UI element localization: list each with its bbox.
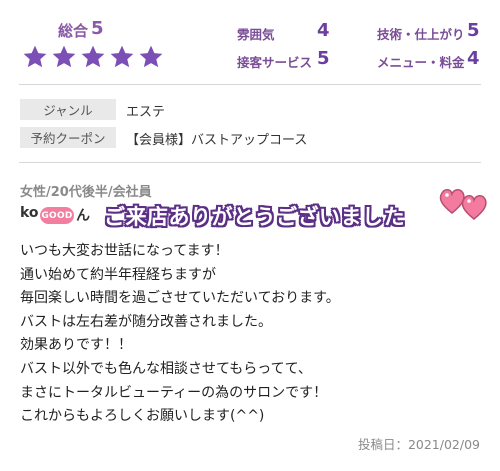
rating-technique-label: 技術・仕上がり (377, 27, 465, 42)
review-line: 効果ありです！！ (20, 337, 132, 354)
rating-menu-price-value: 4 (467, 48, 480, 69)
review-line: 通い始めて約半年程経ちますが (20, 266, 216, 283)
rating-stars (22, 44, 164, 70)
review-line: 毎回楽しい時間を過ごさせていただいております。 (20, 290, 340, 307)
review-line: バスト以外でも色んな相談させてもらってて、 (20, 360, 312, 377)
overall-rating-value: 5 (91, 18, 104, 39)
reviewer-name-suffix: ん (76, 208, 90, 224)
coupon-tag: 予約クーポン (20, 127, 116, 148)
hearts-icon (439, 189, 487, 220)
good-badge-label: GOOD (41, 210, 73, 221)
posted-date: 投稿日：2021/02/09 (357, 437, 480, 452)
rating-service-label: 接客サービス (237, 55, 313, 70)
review-line: バストは左右差が随分改善されました。 (20, 313, 272, 330)
thank-you-banner: ご来店ありがとうございました (104, 205, 405, 229)
divider (19, 162, 481, 163)
rating-service-value: 5 (317, 48, 330, 69)
star-icon (23, 45, 47, 68)
reviewer-name: ko (20, 205, 39, 221)
star-icon (52, 45, 76, 68)
star-icon (139, 45, 163, 68)
review-body: いつも大変お世話になってます！ 通い始めて約半年程経ちますが 毎回楽しい時間を過… (20, 240, 340, 429)
rating-atmosphere-label: 雰囲気 (237, 27, 275, 42)
review-line: これからもよろしくお願いします(^^) (20, 408, 265, 425)
review-line: まさにトータルビューティーの為のサロンです！ (20, 384, 328, 401)
review-line: いつも大変お世話になってます！ (20, 243, 229, 259)
rating-menu-price-label: メニュー・料金 (377, 55, 465, 70)
star-icon (110, 45, 134, 68)
divider (19, 84, 481, 85)
reviewer-meta: 女性/20代後半/会社員 (20, 185, 152, 200)
rating-atmosphere-value: 4 (317, 20, 330, 41)
coupon-value[interactable]: 【会員様】バストアップコース (126, 129, 307, 148)
good-thumb-icon: GOOD (40, 207, 74, 224)
genre-value: エステ (126, 105, 166, 120)
genre-tag: ジャンル (20, 99, 116, 120)
overall-rating-label: 総合 (58, 22, 89, 40)
star-icon (81, 45, 105, 68)
rating-technique-value: 5 (467, 20, 480, 41)
